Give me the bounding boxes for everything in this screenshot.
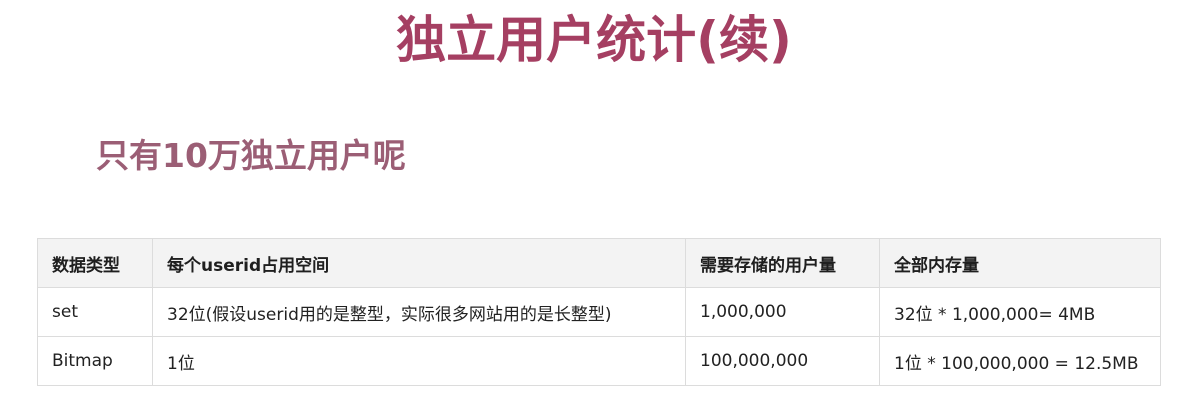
cell-data-type: Bitmap — [37, 336, 153, 386]
cell-user-count: 1,000,000 — [685, 287, 880, 337]
header-total-memory: 全部内存量 — [879, 238, 1161, 288]
comparison-table: 数据类型 每个userid占用空间 需要存储的用户量 全部内存量 set 32位… — [37, 238, 1161, 386]
slide-subtitle: 只有10万独立用户呢 — [96, 136, 406, 175]
cell-total-memory: 32位 * 1,000,000= 4MB — [879, 287, 1161, 337]
table-row: set 32位(假设userid用的是整型，实际很多网站用的是长整型) 1,00… — [37, 287, 1161, 337]
cell-space-per-userid: 32位(假设userid用的是整型，实际很多网站用的是长整型) — [152, 287, 686, 337]
cell-space-per-userid: 1位 — [152, 336, 686, 386]
header-user-count: 需要存储的用户量 — [685, 238, 880, 288]
table-row: Bitmap 1位 100,000,000 1位 * 100,000,000 =… — [37, 336, 1161, 386]
header-space-per-userid: 每个userid占用空间 — [152, 238, 686, 288]
cell-total-memory: 1位 * 100,000,000 = 12.5MB — [879, 336, 1161, 386]
table-header-row: 数据类型 每个userid占用空间 需要存储的用户量 全部内存量 — [37, 238, 1161, 288]
header-data-type: 数据类型 — [37, 238, 153, 288]
cell-user-count: 100,000,000 — [685, 336, 880, 386]
cell-data-type: set — [37, 287, 153, 337]
slide-title: 独立用户统计(续) — [396, 11, 792, 69]
